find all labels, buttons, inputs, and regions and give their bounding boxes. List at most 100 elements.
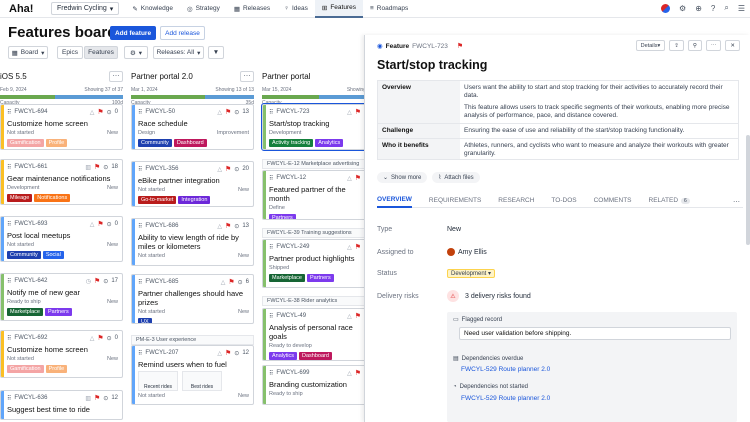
drag-handle-icon[interactable]: ⠿ bbox=[7, 109, 11, 116]
drag-handle-icon[interactable]: ⠿ bbox=[269, 370, 273, 377]
menu-icon[interactable]: ☰ bbox=[738, 4, 745, 13]
drag-handle-icon[interactable]: ⠿ bbox=[7, 395, 11, 402]
flag-icon[interactable]: ⚑ bbox=[225, 108, 231, 116]
tag[interactable]: Analytics bbox=[315, 139, 344, 147]
add-feature-button[interactable]: Add feature bbox=[110, 26, 156, 40]
features-toggle[interactable]: Features bbox=[84, 46, 118, 59]
add-release-button[interactable]: Add release bbox=[160, 26, 205, 40]
add-icon[interactable]: ⊕ bbox=[695, 4, 702, 13]
tag[interactable]: Partners bbox=[306, 274, 334, 282]
close-icon[interactable]: ✕ bbox=[725, 40, 740, 51]
help-icon[interactable]: ? bbox=[711, 4, 715, 13]
drag-handle-icon[interactable]: ⠿ bbox=[7, 221, 11, 228]
workspace-selector[interactable]: Fredwin Cycling ▾ bbox=[51, 2, 120, 15]
drag-handle-icon[interactable]: ⠿ bbox=[269, 175, 273, 182]
releases-filter[interactable]: Releases: All ▾ bbox=[153, 46, 204, 59]
type-value[interactable]: New bbox=[447, 226, 461, 233]
nav-features[interactable]: ⊞ Features bbox=[314, 0, 363, 18]
epic-group-header[interactable]: FWCYL-E-38 Rider analytics bbox=[262, 296, 366, 306]
drag-handle-icon[interactable]: ⠿ bbox=[7, 278, 11, 285]
tag[interactable]: Gamification bbox=[7, 365, 44, 373]
feature-card[interactable]: ⠿ FWCYL-12 △ ⚑ Featured partner of the month… bbox=[262, 170, 366, 220]
drag-handle-icon[interactable]: ⠿ bbox=[138, 350, 142, 357]
feature-card[interactable]: ⠿ FWCYL-636 ▥ ⚑ ⊙ 12 Suggest best time to ride bbox=[0, 390, 123, 420]
tab-research[interactable]: RESEARCH bbox=[498, 193, 534, 208]
tag[interactable]: Dashboard bbox=[173, 139, 207, 147]
not-started-dependency-link[interactable]: FWCYL-529 Route planner 2.0 bbox=[461, 395, 550, 402]
feature-card[interactable]: ⠿ FWCYL-685 △ ⚑ ⊙ 6 Partner challenges should … bbox=[131, 274, 254, 324]
flag-icon[interactable]: ⚑ bbox=[94, 277, 100, 285]
panel-scrollbar[interactable] bbox=[746, 135, 750, 245]
description-table[interactable]: Overview Users want the ability to start… bbox=[377, 80, 739, 160]
flag-icon[interactable]: ⚑ bbox=[225, 165, 231, 173]
drag-handle-icon[interactable]: ⠿ bbox=[269, 109, 273, 116]
tag[interactable]: Analytics bbox=[269, 352, 298, 360]
flag-icon[interactable]: ⚑ bbox=[94, 163, 100, 171]
search-icon[interactable]: ⌕ bbox=[724, 3, 728, 13]
pin-icon[interactable]: ⚲ bbox=[687, 40, 702, 51]
tag[interactable]: Partners bbox=[44, 308, 72, 316]
flag-icon[interactable]: ⚑ bbox=[225, 222, 231, 230]
tab-requirements[interactable]: REQUIREMENTS bbox=[429, 193, 481, 208]
drag-handle-icon[interactable]: ⠿ bbox=[138, 166, 142, 173]
tag[interactable]: Integration bbox=[178, 196, 211, 204]
flag-note-field[interactable]: Need user validation before shipping. bbox=[459, 327, 731, 340]
feature-card[interactable]: ⠿ FWCYL-49 △ ⚑ Analysis of personal race goa… bbox=[262, 308, 366, 361]
tag[interactable]: Notifications bbox=[34, 194, 71, 202]
feature-card[interactable]: ⠿ FWCYL-642 ◷ ⚑ ⊙ 17 Notify me of new gear Read… bbox=[0, 273, 123, 321]
flag-icon[interactable]: ⚑ bbox=[457, 42, 463, 50]
flag-icon[interactable]: ⚑ bbox=[97, 334, 103, 342]
details-button[interactable]: Details ▾ bbox=[635, 40, 666, 51]
feature-card[interactable]: ⠿ FWCYL-693 △ ⚑ ⊙ 0 Post local meetups Not star… bbox=[0, 216, 123, 262]
feature-card[interactable]: ⠿ FWCYL-686 △ ⚑ ⊙ 13 Ability to view length of… bbox=[131, 218, 254, 266]
feature-card[interactable]: ⠿ FWCYL-207 △ ⚑ ⊙ 12 Remind users when to fuel… bbox=[131, 345, 254, 405]
tab-comments[interactable]: COMMENTS bbox=[594, 193, 632, 208]
board-view-dropdown[interactable]: ▦ Board ▾ bbox=[8, 46, 48, 59]
tag[interactable]: Profile bbox=[45, 139, 68, 147]
tag[interactable]: Marketplace bbox=[269, 274, 305, 282]
drag-handle-icon[interactable]: ⠿ bbox=[269, 244, 273, 251]
flag-icon[interactable]: ⚑ bbox=[228, 278, 234, 286]
feature-card[interactable]: ⠿ FWCYL-356 △ ⚑ ⊙ 20 eBike partner integration… bbox=[131, 161, 254, 207]
feature-card[interactable]: ⠿ FWCYL-723 △ ⚑ Start/stop tracking Developme… bbox=[261, 103, 366, 151]
share-icon[interactable]: ⇪ bbox=[669, 40, 684, 51]
lane-title[interactable]: iOS 5.5 bbox=[0, 72, 27, 81]
epic-group-header[interactable]: FWCYL-E-39 Training suggestions bbox=[262, 228, 366, 238]
flag-icon[interactable]: ⚑ bbox=[355, 312, 361, 320]
epic-group-header[interactable]: PM-E-3 User experience bbox=[131, 335, 254, 345]
tabs-more-icon[interactable]: ⋯ bbox=[733, 198, 740, 206]
tag[interactable]: Gamification bbox=[7, 139, 44, 147]
lane-menu-icon[interactable]: ⋯ bbox=[109, 70, 123, 82]
drag-handle-icon[interactable]: ⠿ bbox=[269, 313, 273, 320]
epics-toggle[interactable]: Epics bbox=[57, 46, 83, 59]
nav-knowledge[interactable]: ✎ Knowledge bbox=[125, 0, 180, 18]
feature-card[interactable]: ⠿ FWCYL-661 ▥ ⚑ ⊙ 18 Gear maintenance notifica… bbox=[0, 159, 123, 205]
tag[interactable]: Profile bbox=[45, 365, 68, 373]
more-icon[interactable]: ⋯ bbox=[705, 40, 722, 51]
flag-icon[interactable]: ⚑ bbox=[355, 174, 361, 182]
flag-icon[interactable]: ⚑ bbox=[94, 394, 100, 402]
nav-strategy[interactable]: ◎ Strategy bbox=[180, 0, 227, 18]
tag[interactable]: Community bbox=[7, 251, 41, 259]
flag-icon[interactable]: ⚑ bbox=[355, 243, 361, 251]
drag-handle-icon[interactable]: ⠿ bbox=[7, 335, 11, 342]
feature-card[interactable]: ⠿ FWCYL-692 △ ⚑ ⊙ 0 Customize home screen Not s… bbox=[0, 330, 123, 378]
drag-handle-icon[interactable]: ⠿ bbox=[138, 223, 142, 230]
nav-ideas[interactable]: ♀ Ideas bbox=[277, 0, 315, 18]
tag[interactable]: Mileage bbox=[7, 194, 33, 202]
tab-todos[interactable]: TO-DOS bbox=[551, 193, 576, 208]
feature-card[interactable]: ⠿ FWCYL-249 △ ⚑ Partner product highlights Sh… bbox=[262, 239, 366, 288]
nav-roadmaps[interactable]: ≡ Roadmaps bbox=[363, 0, 415, 18]
tag[interactable]: Go-to-market bbox=[138, 196, 177, 204]
epic-group-header[interactable]: FWCYL-E-12 Marketplace advertising bbox=[262, 159, 366, 169]
overdue-dependency-link[interactable]: FWCYL-529 Route planner 2.0 bbox=[461, 366, 550, 373]
feature-card[interactable]: ⠿ FWCYL-694 △ ⚑ ⊙ 0 Customize home screen Not s… bbox=[0, 104, 123, 150]
tag[interactable]: Activity tracking bbox=[269, 139, 314, 147]
tag[interactable]: Marketplace bbox=[7, 308, 43, 316]
tag[interactable]: Community bbox=[138, 139, 172, 147]
settings-dropdown[interactable]: ⚙ ▾ bbox=[124, 46, 148, 59]
drag-handle-icon[interactable]: ⠿ bbox=[138, 109, 142, 116]
drag-handle-icon[interactable]: ⠿ bbox=[7, 164, 11, 171]
lane-title[interactable]: Partner portal bbox=[262, 72, 310, 81]
user-avatar[interactable] bbox=[661, 3, 671, 13]
